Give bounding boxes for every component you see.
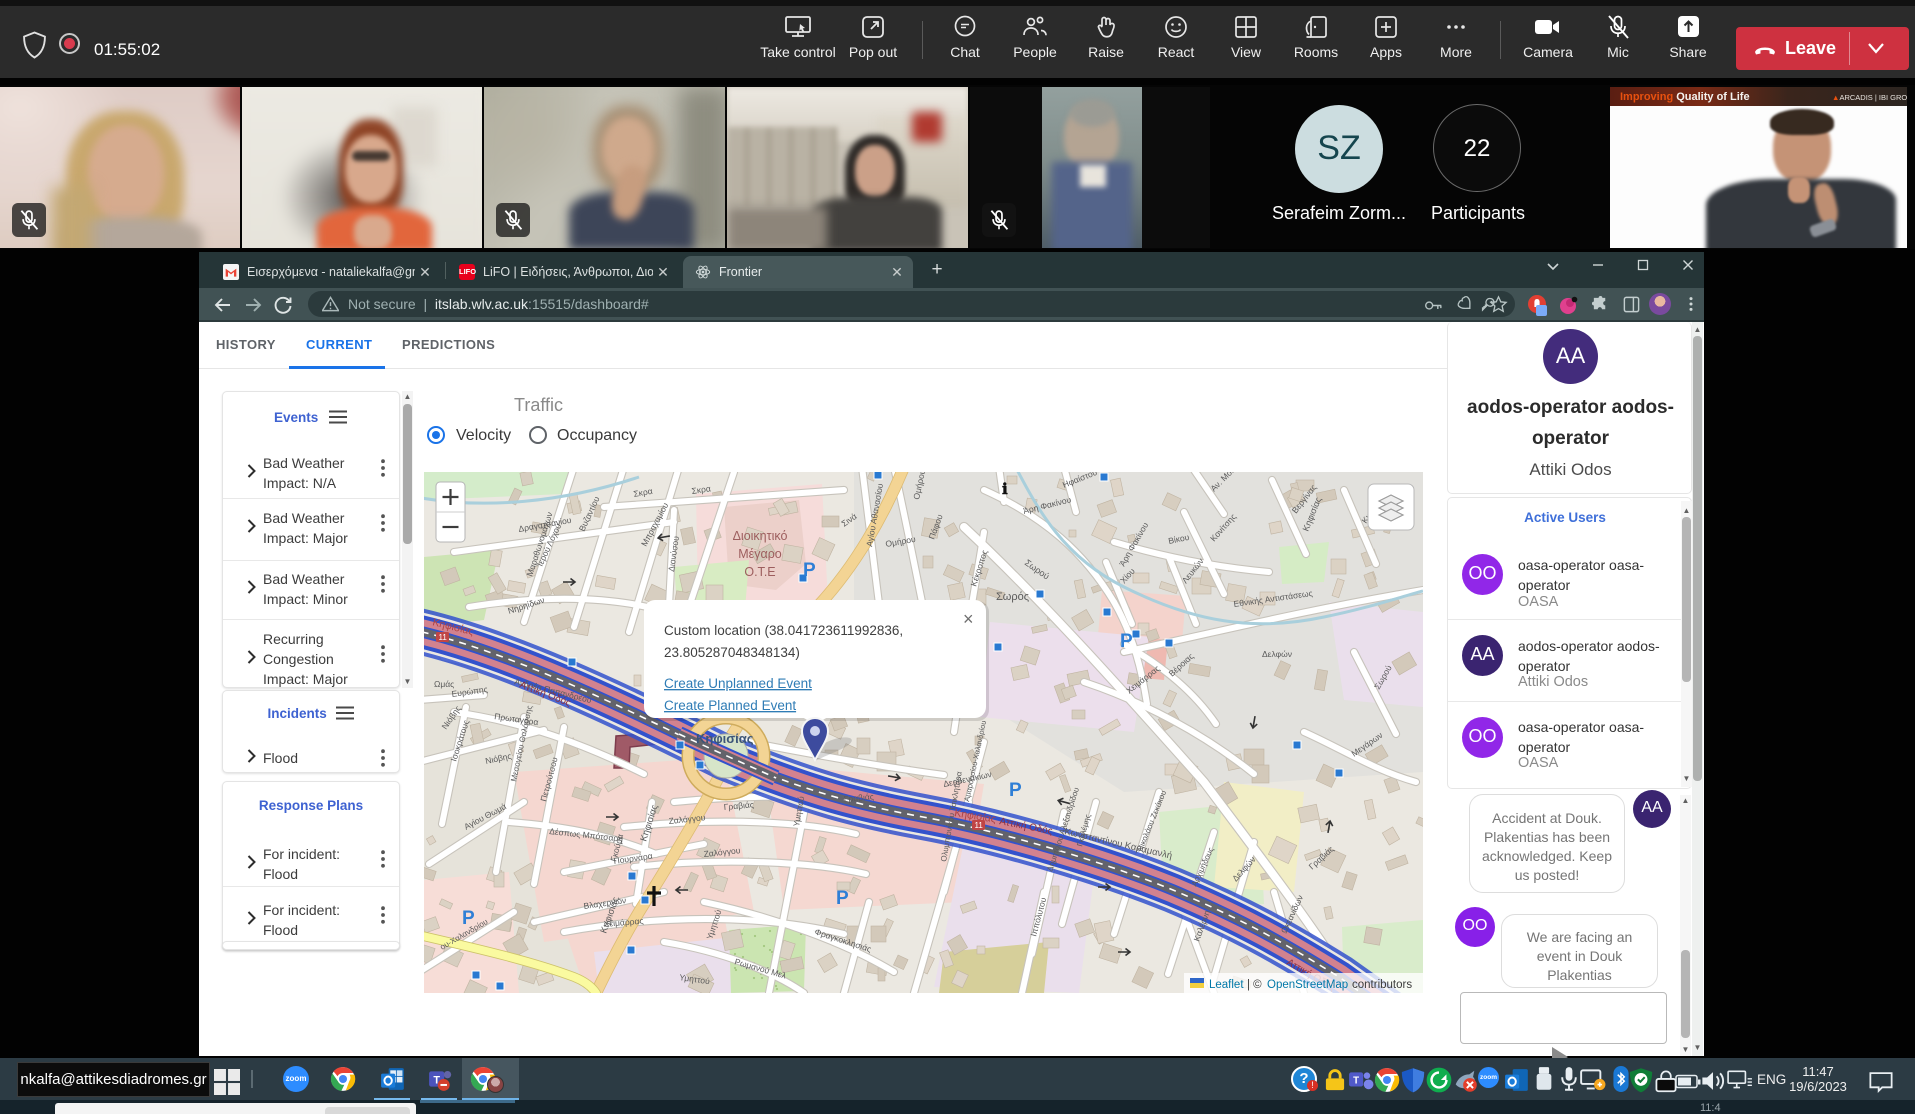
- svg-text:11: 11: [975, 821, 984, 830]
- svg-text:Σωρός: Σωρός: [996, 591, 1029, 603]
- svg-text:Μέγαρο: Μέγαρο: [738, 547, 782, 561]
- svg-text:P: P: [1120, 631, 1133, 652]
- svg-text:Ωμάς: Ωμάς: [434, 679, 454, 689]
- svg-text:23.805287048348134): 23.805287048348134): [664, 645, 800, 660]
- svg-text:Custom location (38.0417236119: Custom location (38.041723611992836,: [664, 623, 903, 638]
- svg-text:Create Unplanned Event: Create Unplanned Event: [664, 676, 812, 691]
- svg-text:OpenStreetMap: OpenStreetMap: [1267, 979, 1348, 991]
- svg-text:Δελφών: Δελφών: [1262, 649, 1292, 659]
- svg-text:Create Planned Event: Create Planned Event: [664, 698, 796, 713]
- svg-text:P: P: [1009, 780, 1022, 801]
- svg-text:ℹ: ℹ: [1002, 482, 1008, 498]
- svg-text:P: P: [803, 560, 816, 581]
- svg-text:Leaflet: Leaflet: [1209, 979, 1244, 991]
- svg-text:T: T: [1353, 1075, 1359, 1086]
- svg-text:| ©: | ©: [1247, 979, 1262, 991]
- svg-text:contributors: contributors: [1352, 979, 1412, 991]
- svg-text:P: P: [836, 888, 849, 909]
- svg-text:Διοικητικό: Διοικητικό: [733, 529, 788, 543]
- svg-text:Κηφισίας: Κηφισίας: [696, 731, 754, 746]
- svg-text:×: ×: [963, 609, 974, 629]
- svg-text:Ο.Τ.Ε: Ο.Τ.Ε: [744, 565, 775, 579]
- svg-text:11: 11: [439, 633, 448, 642]
